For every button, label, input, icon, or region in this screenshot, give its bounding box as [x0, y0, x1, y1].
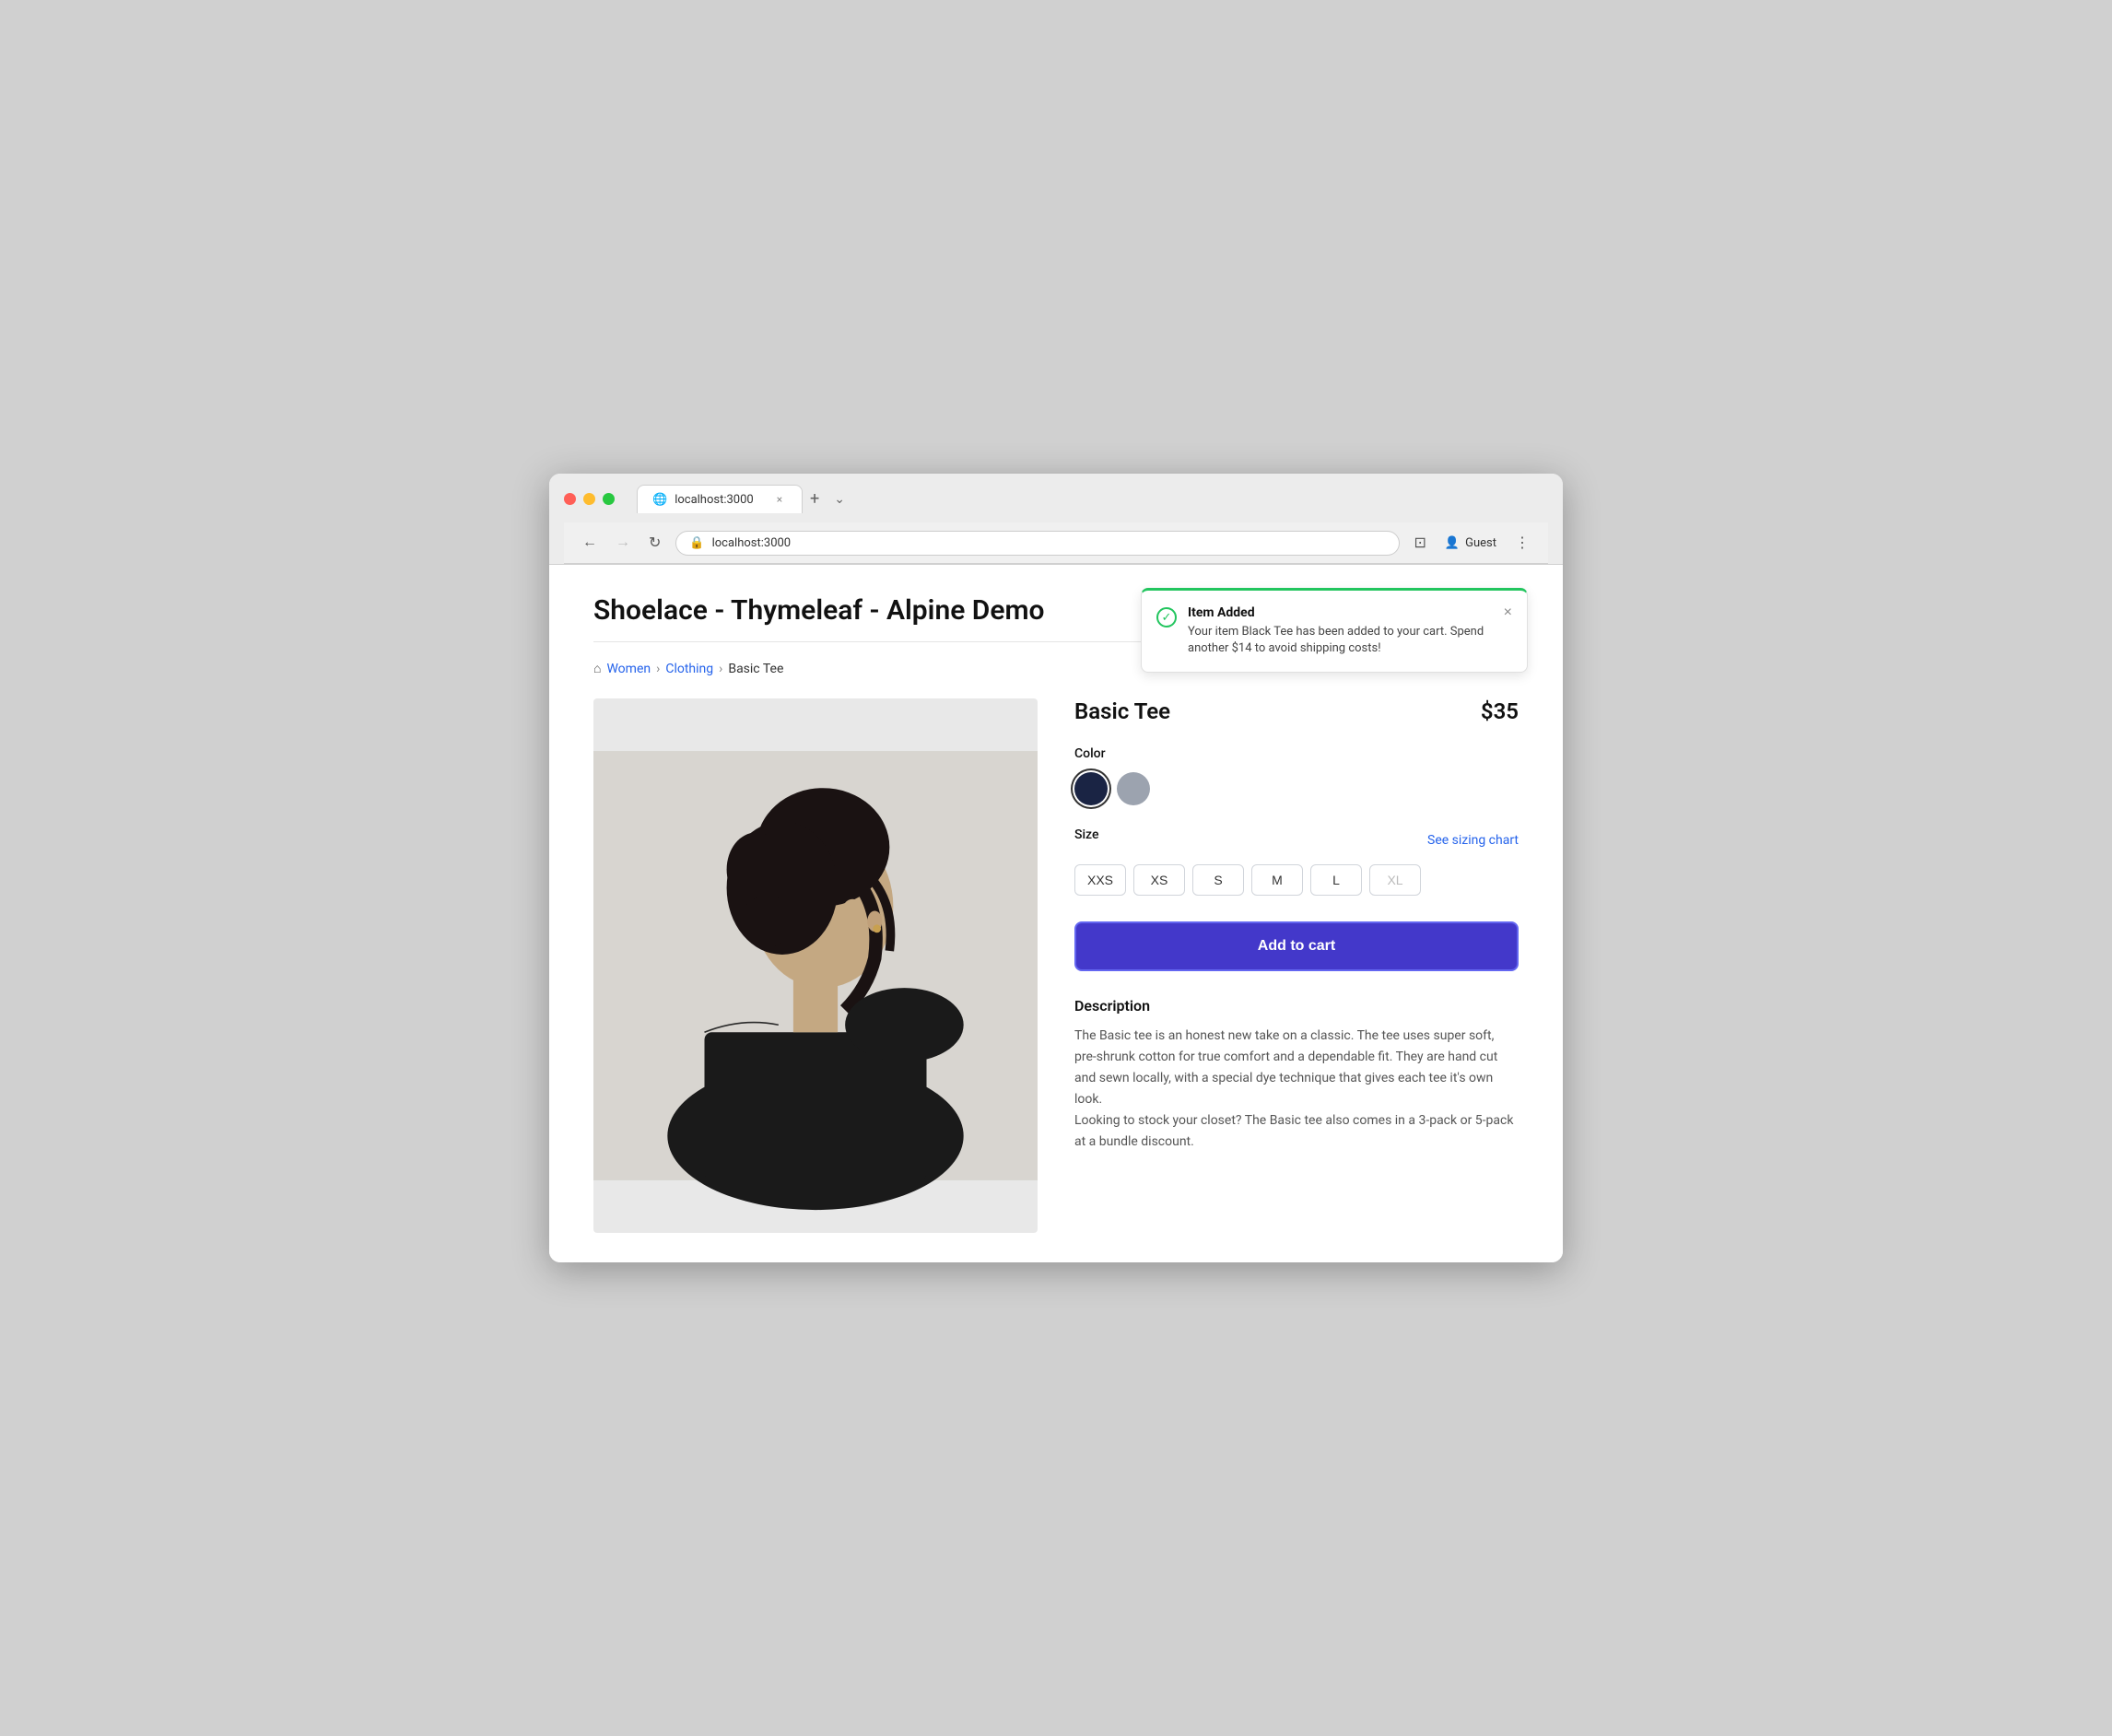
- size-button-xs[interactable]: XS: [1133, 864, 1185, 896]
- browser-window: 🌐 localhost:3000 × + ⌄ ← → ↻ 🔒 localhost…: [549, 474, 1563, 1262]
- page-content: Shoelace - Thymeleaf - Alpine Demo ⌂ Wom…: [549, 565, 1563, 1262]
- toast-content: Item Added Your item Black Tee has been …: [1188, 605, 1493, 657]
- tab-title: localhost:3000: [675, 493, 754, 507]
- size-options: XXS XS S M L XL: [1074, 864, 1519, 896]
- product-image: [593, 698, 1038, 1233]
- description-title: Description: [1074, 997, 1519, 1015]
- tab-close-button[interactable]: ×: [772, 492, 787, 507]
- size-button-s[interactable]: S: [1192, 864, 1244, 896]
- browser-tab[interactable]: 🌐 localhost:3000 ×: [637, 485, 803, 513]
- breadcrumb-current: Basic Tee: [728, 662, 783, 676]
- color-label: Color: [1074, 746, 1519, 761]
- toast-close-button[interactable]: ×: [1504, 605, 1512, 620]
- toast-title: Item Added: [1188, 605, 1493, 620]
- browser-user-button[interactable]: 👤 Guest: [1437, 533, 1504, 554]
- add-to-cart-button[interactable]: Add to cart: [1074, 921, 1519, 971]
- sizing-chart-link[interactable]: See sizing chart: [1427, 833, 1519, 848]
- description-section: Description The Basic tee is an honest n…: [1074, 997, 1519, 1154]
- nav-forward-button[interactable]: →: [612, 533, 634, 553]
- toast-check-icon: ✓: [1156, 607, 1177, 628]
- size-label-row: Size See sizing chart: [1074, 827, 1519, 853]
- traffic-light-close[interactable]: [564, 493, 576, 505]
- user-label: Guest: [1465, 536, 1496, 550]
- color-section: Color: [1074, 746, 1519, 805]
- breadcrumb-home-icon: ⌂: [593, 661, 601, 676]
- size-button-xl: XL: [1369, 864, 1421, 896]
- product-layout: ✓ Item Added Your item Black Tee has bee…: [593, 698, 1519, 1233]
- browser-titlebar: 🌐 localhost:3000 × + ⌄ ← → ↻ 🔒 localhost…: [549, 474, 1563, 565]
- browser-actions: ⊡ 👤 Guest ⋮: [1411, 530, 1533, 556]
- size-section: Size See sizing chart XXS XS S M L XL: [1074, 827, 1519, 896]
- product-info: ✓ Item Added Your item Black Tee has bee…: [1074, 698, 1519, 1233]
- user-icon: 👤: [1445, 536, 1460, 550]
- breadcrumb-women-link[interactable]: Women: [606, 662, 651, 676]
- size-button-m[interactable]: M: [1251, 864, 1303, 896]
- product-price: $35: [1481, 698, 1519, 724]
- address-lock-icon: 🔒: [689, 536, 704, 550]
- browser-controls: 🌐 localhost:3000 × + ⌄: [564, 485, 1548, 513]
- description-text: The Basic tee is an honest new take on a…: [1074, 1026, 1519, 1154]
- product-name: Basic Tee: [1074, 698, 1170, 724]
- breadcrumb-separator-1: ›: [656, 662, 660, 676]
- size-button-xxs[interactable]: XXS: [1074, 864, 1126, 896]
- browser-bookmark-button[interactable]: ⊡: [1411, 530, 1430, 556]
- size-label: Size: [1074, 827, 1098, 842]
- address-url: localhost:3000: [712, 536, 792, 550]
- tab-globe-icon: 🌐: [652, 493, 667, 507]
- breadcrumb-separator-2: ›: [719, 662, 722, 676]
- color-swatch-gray[interactable]: [1117, 772, 1150, 805]
- traffic-light-maximize[interactable]: [603, 493, 615, 505]
- nav-back-button[interactable]: ←: [579, 533, 601, 553]
- toast-notification: ✓ Item Added Your item Black Tee has bee…: [1141, 588, 1528, 673]
- breadcrumb-clothing-link[interactable]: Clothing: [665, 662, 713, 676]
- new-tab-button[interactable]: +: [803, 489, 827, 509]
- nav-refresh-button[interactable]: ↻: [645, 532, 664, 554]
- product-name-row: Basic Tee $35: [1074, 698, 1519, 724]
- browser-menu-button[interactable]: ⋮: [1511, 530, 1533, 556]
- color-swatch-navy[interactable]: [1074, 772, 1108, 805]
- size-button-l[interactable]: L: [1310, 864, 1362, 896]
- toast-message: Your item Black Tee has been added to yo…: [1188, 624, 1493, 657]
- browser-addressbar: ← → ↻ 🔒 localhost:3000 ⊡ 👤 Guest ⋮: [564, 522, 1548, 564]
- address-bar[interactable]: 🔒 localhost:3000: [675, 531, 1399, 556]
- color-options: [1074, 772, 1519, 805]
- product-image-container: [593, 698, 1038, 1233]
- tab-bar: 🌐 localhost:3000 × + ⌄: [637, 485, 852, 513]
- traffic-light-minimize[interactable]: [583, 493, 595, 505]
- tab-dropdown-button[interactable]: ⌄: [827, 492, 852, 507]
